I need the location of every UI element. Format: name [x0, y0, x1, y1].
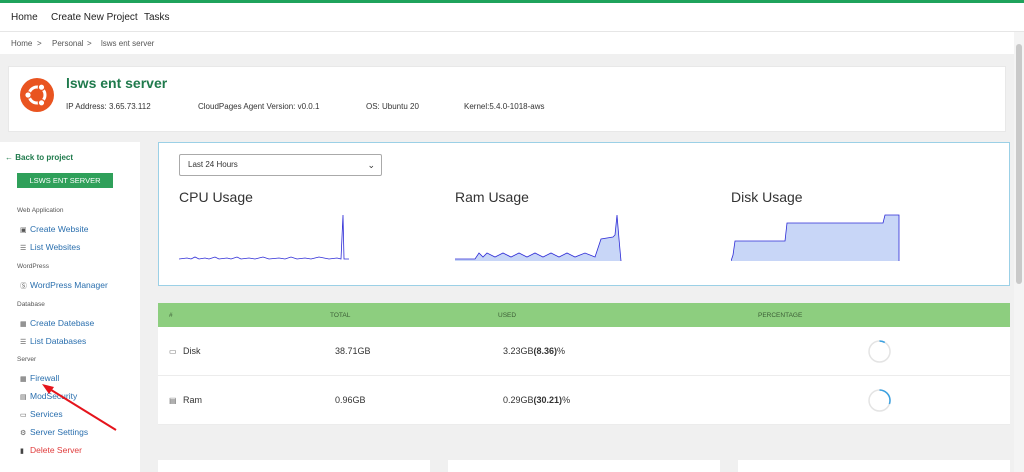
server-info-card: lsws ent server IP Address: 3.65.73.112 … [8, 66, 1006, 132]
breadcrumb-current: lsws ent server [101, 39, 155, 48]
disk-usage-ring [868, 340, 891, 363]
header-total: TOTAL [330, 312, 351, 319]
disk-used-percent: (8.36) [533, 346, 558, 356]
ram-usage-title: Ram Usage [455, 189, 529, 205]
page-scrollbar[interactable] [1014, 32, 1024, 472]
header-used: USED [498, 312, 517, 319]
ram-label: Ram [183, 395, 203, 405]
breadcrumb: Home > Personal > lsws ent server [0, 32, 1024, 54]
server-ip: IP Address: 3.65.73.112 [66, 102, 151, 111]
disk-used-value: 3.23GB [503, 346, 534, 356]
row-label: ▤ Ram [169, 395, 202, 405]
window-icon: ▭ [20, 412, 27, 419]
wordpress-icon: Ⓢ [20, 283, 27, 290]
table-header: # TOTAL USED PERCENTAGE [158, 303, 1010, 327]
nav-home[interactable]: Home [11, 12, 38, 23]
browser-icon: ▣ [20, 227, 27, 234]
sidebar-create-website[interactable]: ▣ Create Website [20, 224, 88, 234]
list-icon: ☰ [20, 339, 27, 346]
section-server: Server [17, 356, 37, 363]
bottom-card [158, 460, 430, 472]
sidebar-create-database[interactable]: ▦ Create Datebase [20, 318, 94, 328]
sidebar-list-databases[interactable]: ☰ List Databases [20, 336, 86, 346]
disk-used: 3.23GB(8.36)% [503, 346, 565, 356]
memory-icon: ▤ [169, 396, 177, 405]
sidebar-label: Delete Server [30, 445, 82, 455]
trash-icon: ▮ [20, 448, 24, 455]
section-database: Database [17, 301, 45, 308]
gear-icon: ⚙ [20, 430, 27, 437]
sidebar-firewall[interactable]: ▦ Firewall [20, 373, 59, 383]
server-name: lsws ent server [66, 75, 168, 91]
disk-label: Disk [183, 346, 201, 356]
bottom-card [448, 460, 720, 472]
scrollbar-thumb[interactable] [1016, 44, 1022, 284]
breadcrumb-home[interactable]: Home [11, 39, 32, 48]
sidebar-wordpress-manager[interactable]: Ⓢ WordPress Manager [20, 280, 108, 291]
list-icon: ☰ [20, 245, 27, 252]
usage-panel: Last 24 Hours ⌄ CPU Usage Ram Usage Disk… [158, 142, 1010, 286]
breadcrumb-separator: > [37, 39, 42, 48]
row-label: ▭ Disk [169, 346, 201, 356]
sidebar-label: List Databases [30, 336, 87, 346]
section-wordpress: WordPress [17, 263, 50, 270]
breadcrumb-personal[interactable]: Personal [52, 39, 84, 48]
back-to-project-link[interactable]: ← Back to project [5, 153, 73, 162]
header-number: # [169, 312, 173, 319]
sidebar-label: WordPress Manager [30, 280, 108, 290]
agent-version: CloudPages Agent Version: v0.0.1 [198, 102, 320, 111]
hard-drive-icon: ▭ [169, 347, 177, 356]
server-kernel: Kernel:5.4.0-1018-aws [464, 102, 545, 111]
ram-usage-ring [868, 389, 891, 412]
ram-usage-sparkline [455, 214, 622, 261]
time-range-value: Last 24 Hours [188, 160, 238, 169]
disk-total: 38.71GB [335, 346, 371, 356]
firewall-icon: ▦ [20, 376, 27, 383]
sidebar: ← Back to project LSWS ENT SERVER Web Ap… [0, 142, 140, 472]
sidebar-label: ModSecurity [30, 391, 78, 401]
table-row: ▤ Ram 0.96GB 0.29GB(30.21)% [158, 376, 1010, 425]
arrow-left-icon: ← [5, 153, 16, 162]
sidebar-services[interactable]: ▭ Services [20, 409, 63, 419]
sidebar-label: Create Datebase [30, 318, 95, 328]
sidebar-label: Services [30, 409, 63, 419]
sidebar-label: List Websites [30, 242, 81, 252]
sidebar-modsecurity[interactable]: ▤ ModSecurity [20, 391, 77, 401]
sidebar-label: Server Settings [30, 427, 89, 437]
percent-sign: % [557, 346, 566, 356]
ram-used: 0.29GB(30.21)% [503, 395, 570, 405]
database-icon: ▦ [20, 321, 27, 328]
ram-used-value: 0.29GB [503, 395, 534, 405]
bottom-card [738, 460, 1010, 472]
resource-table: # TOTAL USED PERCENTAGE ▭ Disk 38.71GB 3.… [158, 303, 1010, 425]
ubuntu-logo-icon [20, 78, 54, 112]
section-web-application: Web Application [17, 207, 64, 214]
sidebar-label: Firewall [30, 373, 60, 383]
table-row: ▭ Disk 38.71GB 3.23GB(8.36)% [158, 327, 1010, 376]
cpu-usage-sparkline [179, 214, 349, 260]
ram-used-percent: (30.21) [533, 395, 563, 405]
server-name-button[interactable]: LSWS ENT SERVER [17, 173, 113, 188]
percent-sign: % [562, 395, 571, 405]
cpu-usage-title: CPU Usage [179, 189, 253, 205]
sidebar-delete-server[interactable]: ▮ Delete Server [20, 445, 82, 455]
nav-create-project[interactable]: Create New Project [51, 12, 138, 23]
breadcrumb-separator: > [87, 39, 92, 48]
ram-total: 0.96GB [335, 395, 366, 405]
time-range-select[interactable]: Last 24 Hours ⌄ [179, 154, 382, 176]
shield-icon: ▤ [20, 394, 27, 401]
sidebar-list-websites[interactable]: ☰ List Websites [20, 242, 80, 252]
disk-usage-title: Disk Usage [731, 189, 803, 205]
server-os: OS: Ubuntu 20 [366, 102, 419, 111]
top-navigation: Home Create New Project Tasks [0, 3, 1024, 32]
chevron-down-icon: ⌄ [367, 160, 375, 170]
header-percentage: PERCENTAGE [758, 312, 803, 319]
disk-usage-sparkline [731, 214, 900, 261]
nav-tasks[interactable]: Tasks [144, 12, 170, 23]
sidebar-label: Create Website [30, 224, 89, 234]
sidebar-server-settings[interactable]: ⚙ Server Settings [20, 427, 88, 437]
back-label: Back to project [15, 153, 74, 162]
